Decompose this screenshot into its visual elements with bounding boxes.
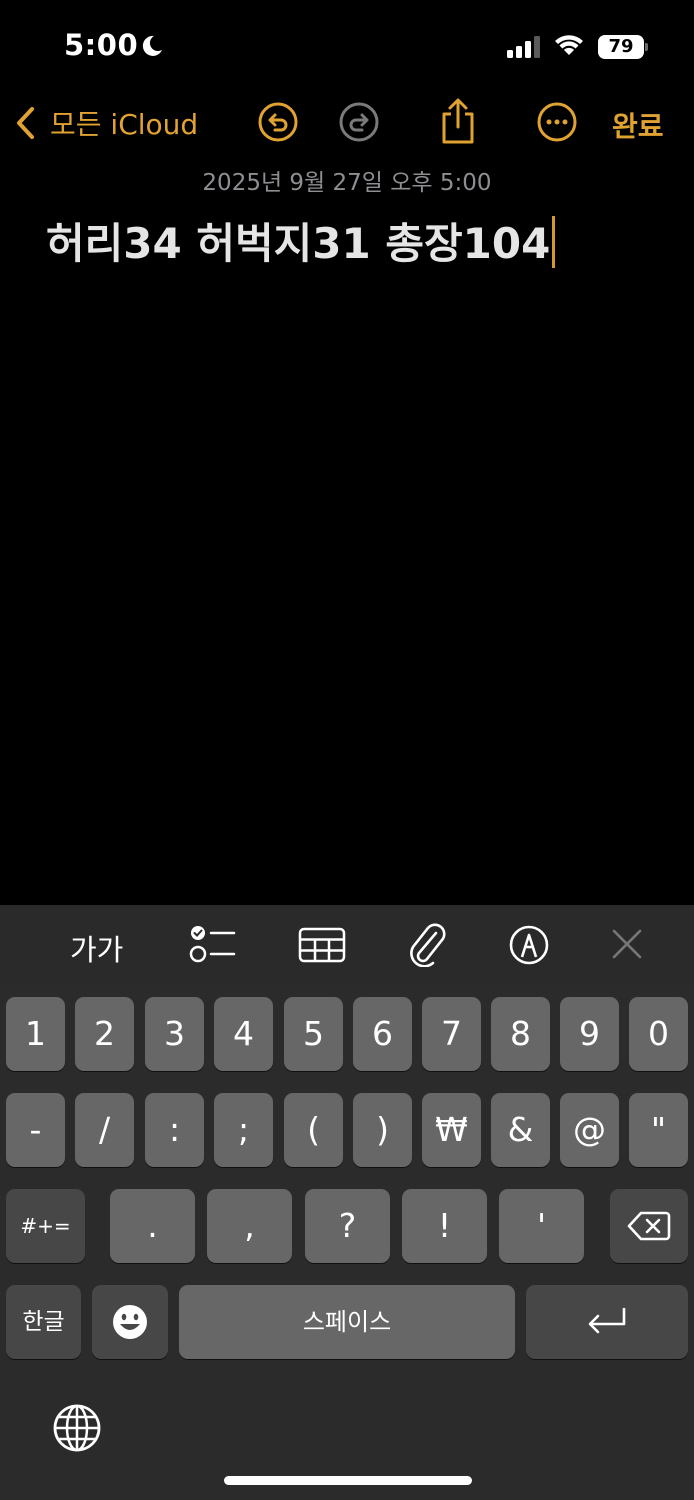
key-colon[interactable]: : bbox=[145, 1093, 204, 1167]
chevron-left-icon bbox=[17, 107, 34, 139]
key-more-symbols[interactable]: #+= bbox=[6, 1189, 85, 1263]
emoji-icon bbox=[113, 1305, 147, 1339]
key-4[interactable]: 4 bbox=[214, 997, 273, 1071]
key-comma[interactable]: , bbox=[207, 1189, 292, 1263]
key-exclamation[interactable]: ! bbox=[402, 1189, 487, 1263]
wifi-icon bbox=[555, 35, 583, 55]
close-icon[interactable] bbox=[610, 927, 644, 961]
key-won[interactable]: ₩ bbox=[422, 1093, 481, 1167]
text-style-button[interactable]: 가가 bbox=[70, 927, 123, 969]
key-2[interactable]: 2 bbox=[75, 997, 134, 1071]
note-date: 2025년 9월 27일 오후 5:00 bbox=[202, 170, 492, 196]
back-button-label: 모든 iCloud bbox=[50, 108, 199, 141]
key-semicolon[interactable]: ; bbox=[214, 1093, 273, 1167]
key-0[interactable]: 0 bbox=[629, 997, 688, 1071]
key-quote[interactable]: " bbox=[629, 1093, 688, 1167]
key-6[interactable]: 6 bbox=[353, 997, 412, 1071]
key-ampersand[interactable]: & bbox=[491, 1093, 550, 1167]
battery-level: 79 bbox=[608, 36, 634, 57]
back-button[interactable]: 모든 iCloud bbox=[14, 103, 198, 143]
key-9[interactable]: 9 bbox=[560, 997, 619, 1071]
key-question[interactable]: ? bbox=[305, 1189, 390, 1263]
checklist-icon[interactable] bbox=[188, 923, 236, 965]
home-indicator[interactable] bbox=[224, 1476, 472, 1485]
key-return[interactable] bbox=[526, 1285, 688, 1359]
share-icon[interactable] bbox=[438, 97, 478, 145]
key-1[interactable]: 1 bbox=[6, 997, 65, 1071]
key-8[interactable]: 8 bbox=[491, 997, 550, 1071]
key-7[interactable]: 7 bbox=[422, 997, 481, 1071]
return-icon bbox=[588, 1307, 626, 1334]
key-emoji[interactable] bbox=[92, 1285, 168, 1359]
done-button[interactable]: 완료 bbox=[612, 105, 664, 145]
backspace-icon bbox=[627, 1211, 671, 1241]
key-space[interactable]: 스페이스 bbox=[179, 1285, 515, 1359]
battery-icon: 79 bbox=[598, 35, 648, 59]
paperclip-icon[interactable] bbox=[406, 921, 448, 967]
key-language-hangul[interactable]: 한글 bbox=[6, 1285, 81, 1359]
key-period[interactable]: . bbox=[110, 1189, 195, 1263]
key-at[interactable]: @ bbox=[560, 1093, 619, 1167]
table-icon[interactable] bbox=[298, 927, 346, 963]
format-toolbar: 가가 bbox=[0, 905, 694, 983]
note-title: 허리34 허벅지31 총장104 bbox=[46, 219, 551, 268]
redo-icon[interactable] bbox=[338, 101, 380, 143]
key-apostrophe[interactable]: ' bbox=[499, 1189, 584, 1263]
note-title-text[interactable]: 허리34 허벅지31 총장104 bbox=[46, 210, 556, 271]
key-close-paren[interactable]: ) bbox=[353, 1093, 412, 1167]
key-slash[interactable]: / bbox=[75, 1093, 134, 1167]
status-time: 5:00 bbox=[64, 28, 139, 62]
text-cursor bbox=[552, 216, 556, 268]
cellular-signal-icon bbox=[507, 36, 540, 58]
markup-pen-icon[interactable] bbox=[508, 924, 550, 966]
undo-icon[interactable] bbox=[257, 101, 299, 143]
key-hyphen[interactable]: - bbox=[6, 1093, 65, 1167]
more-options-icon[interactable] bbox=[536, 101, 578, 143]
key-3[interactable]: 3 bbox=[145, 997, 204, 1071]
navigation-bar: 모든 iCloud 완료 bbox=[0, 95, 694, 155]
status-bar: 5:00 79 bbox=[0, 0, 694, 95]
key-5[interactable]: 5 bbox=[284, 997, 343, 1071]
keyboard: 1 2 3 4 5 6 7 8 9 0 - / : ; ( ) ₩ & @ " … bbox=[0, 983, 694, 1500]
globe-icon[interactable] bbox=[52, 1403, 102, 1453]
key-backspace[interactable] bbox=[610, 1189, 688, 1263]
key-open-paren[interactable]: ( bbox=[284, 1093, 343, 1167]
moon-icon bbox=[142, 35, 162, 56]
